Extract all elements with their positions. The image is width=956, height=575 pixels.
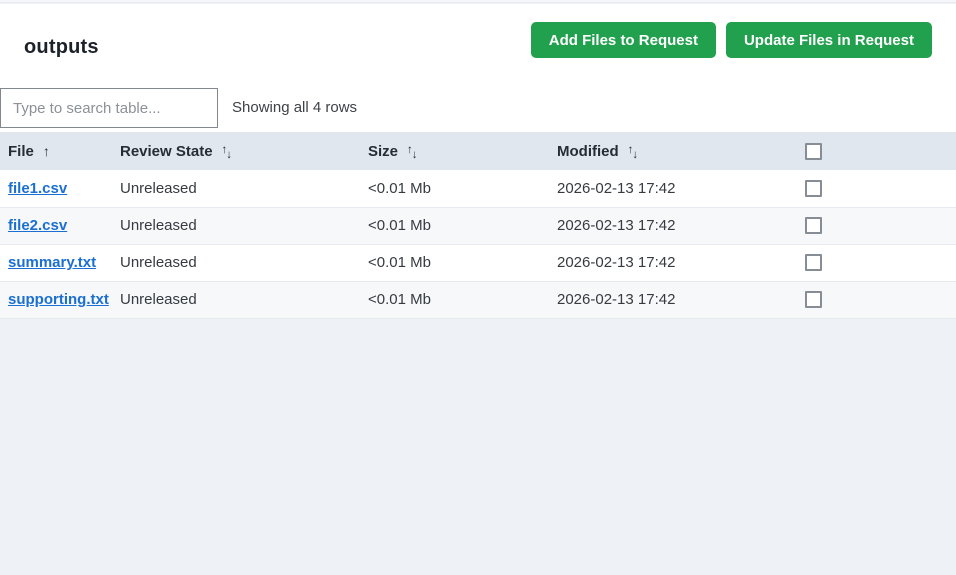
size-cell: <0.01 Mb — [360, 207, 549, 244]
row-checkbox[interactable] — [805, 254, 822, 271]
column-header-file[interactable]: File ↑ — [0, 132, 112, 170]
select-all-checkbox[interactable] — [805, 143, 822, 160]
table-row: file2.csv Unreleased <0.01 Mb 2026-02-13… — [0, 207, 956, 244]
row-checkbox[interactable] — [805, 180, 822, 197]
review-state-cell: Unreleased — [112, 207, 360, 244]
search-row: Showing all 4 rows — [0, 88, 956, 132]
modified-cell: 2026-02-13 17:42 — [549, 244, 797, 281]
review-state-cell: Unreleased — [112, 170, 360, 207]
review-state-cell: Unreleased — [112, 281, 360, 318]
size-cell: <0.01 Mb — [360, 170, 549, 207]
review-state-cell: Unreleased — [112, 244, 360, 281]
column-header-size-label: Size — [368, 143, 398, 160]
file-link[interactable]: file2.csv — [8, 217, 67, 234]
column-header-file-label: File — [8, 143, 34, 160]
sort-updown-icon: ↑↓ — [628, 148, 639, 160]
sort-updown-icon: ↑↓ — [222, 148, 233, 160]
column-header-size[interactable]: Size ↑↓ — [360, 132, 549, 170]
header-zone: outputs Add Files to Request Update File… — [0, 4, 956, 88]
file-link[interactable]: summary.txt — [8, 254, 96, 271]
column-header-review-state[interactable]: Review State ↑↓ — [112, 132, 360, 170]
sort-updown-icon: ↑↓ — [407, 148, 418, 160]
rows-summary: Showing all 4 rows — [232, 99, 357, 116]
add-files-button[interactable]: Add Files to Request — [531, 22, 716, 58]
update-files-button[interactable]: Update Files in Request — [726, 22, 932, 58]
row-checkbox[interactable] — [805, 291, 822, 308]
content-card: outputs Add Files to Request Update File… — [0, 4, 956, 319]
files-table: File ↑ Review State ↑↓ Size ↑↓ Modified ↑↓ f… — [0, 132, 956, 319]
modified-cell: 2026-02-13 17:42 — [549, 281, 797, 318]
column-header-modified-label: Modified — [557, 143, 619, 160]
size-cell: <0.01 Mb — [360, 244, 549, 281]
file-link[interactable]: supporting.txt — [8, 291, 109, 308]
table-row: supporting.txt Unreleased <0.01 Mb 2026-… — [0, 281, 956, 318]
file-link[interactable]: file1.csv — [8, 180, 67, 197]
table-header-row: File ↑ Review State ↑↓ Size ↑↓ Modified ↑↓ — [0, 132, 956, 170]
table-row: summary.txt Unreleased <0.01 Mb 2026-02-… — [0, 244, 956, 281]
column-header-select — [797, 132, 956, 170]
page-title: outputs — [24, 36, 99, 59]
toolbar: Add Files to Request Update Files in Req… — [531, 22, 932, 58]
column-header-modified[interactable]: Modified ↑↓ — [549, 132, 797, 170]
table-row: file1.csv Unreleased <0.01 Mb 2026-02-13… — [0, 170, 956, 207]
size-cell: <0.01 Mb — [360, 281, 549, 318]
column-header-review-state-label: Review State — [120, 143, 213, 160]
top-strip — [0, 0, 956, 3]
modified-cell: 2026-02-13 17:42 — [549, 207, 797, 244]
search-input[interactable] — [0, 88, 218, 128]
modified-cell: 2026-02-13 17:42 — [549, 170, 797, 207]
sort-ascending-icon: ↑ — [43, 143, 50, 159]
row-checkbox[interactable] — [805, 217, 822, 234]
